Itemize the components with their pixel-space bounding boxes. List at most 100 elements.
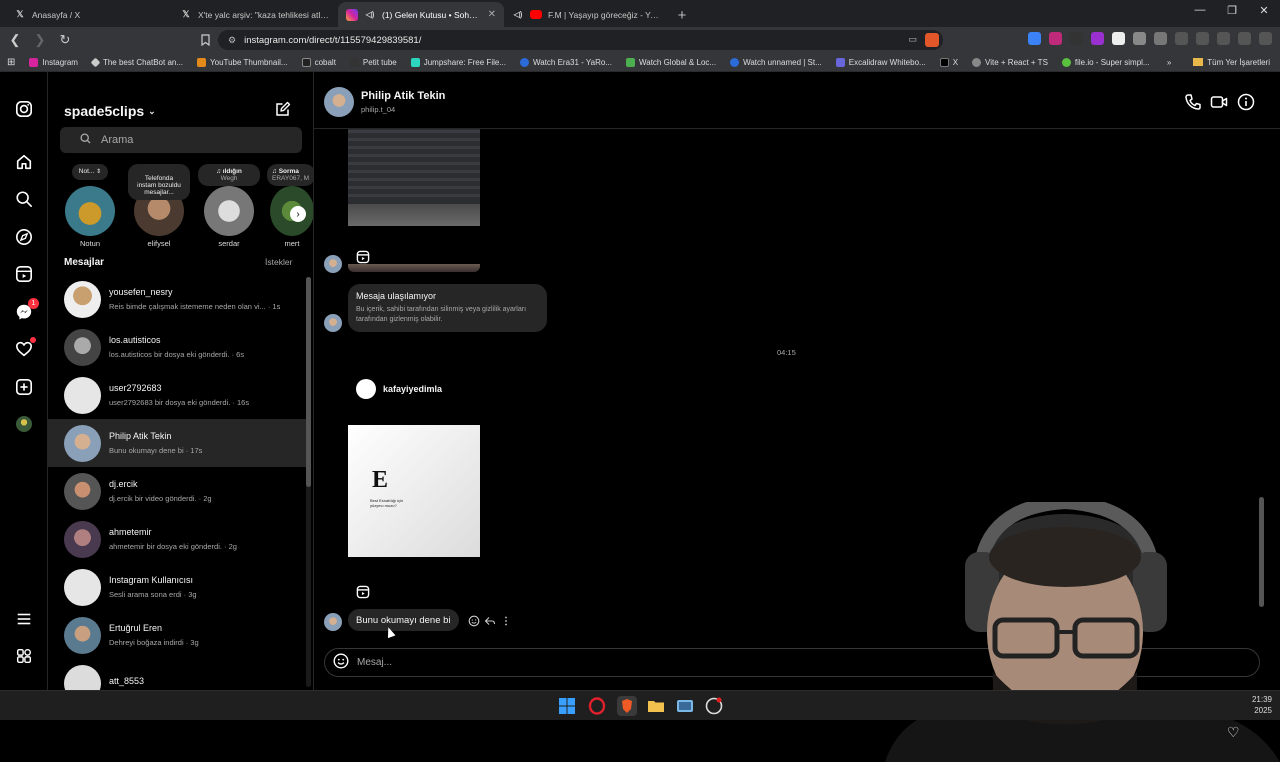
- windows-start-icon[interactable]: [558, 697, 576, 715]
- sidebar-icon[interactable]: [1196, 32, 1209, 45]
- url-field[interactable]: ⚙ instagram.com/direct/t/115579429839581…: [218, 30, 943, 50]
- shared-post[interactable]: kafayiyedimla E Best Esnafdığı için yüzy…: [348, 377, 480, 557]
- hamburger-menu-icon[interactable]: [14, 609, 34, 629]
- conversation-item[interactable]: user2792683 user2792683 bir dosya eki gö…: [48, 371, 306, 419]
- extension-icon[interactable]: [1049, 32, 1062, 45]
- extension-icon[interactable]: [1070, 32, 1083, 45]
- music-icon[interactable]: [1217, 32, 1230, 45]
- maximize-icon[interactable]: ❐: [1216, 4, 1248, 17]
- browser-tab-active[interactable]: ◁) (1) Gelen Kutusu • Sohbetler ✕: [338, 2, 504, 27]
- menu-icon[interactable]: [1259, 32, 1272, 45]
- home-icon[interactable]: [14, 152, 34, 172]
- conversation-item[interactable]: yousefen_nesry Reis bimde çalışmak istem…: [48, 275, 306, 323]
- search-input[interactable]: Arama: [60, 127, 302, 153]
- note-item[interactable]: Telefonda instam bozuldu mesajlar... eli…: [128, 164, 190, 248]
- back-icon[interactable]: ❮: [5, 30, 25, 50]
- conversation-item[interactable]: dj.ercik dj.ercik bir video gönderdi. · …: [48, 467, 306, 515]
- sender-avatar[interactable]: [324, 613, 342, 631]
- instagram-logo-icon[interactable]: [14, 99, 34, 119]
- bookmark-item[interactable]: The best ChatBot an...: [85, 57, 190, 67]
- speaker-icon[interactable]: ◁): [364, 9, 376, 21]
- bookmark-item[interactable]: cobalt: [295, 57, 343, 67]
- profile-avatar-icon[interactable]: [14, 414, 34, 434]
- reels-icon[interactable]: [356, 250, 370, 264]
- bookmark-item[interactable]: Excalidraw Whitebo...: [829, 57, 933, 67]
- minimize-icon[interactable]: —: [1184, 4, 1216, 17]
- conversation-item[interactable]: Ertuğrul Eren Dehreyi boğaza indirdi · 3…: [48, 611, 306, 659]
- note-item[interactable]: ♫ ıldığın Wegh serdar: [198, 164, 260, 248]
- note-item[interactable]: ♫ Sorma ERAY067, M mert: [267, 164, 313, 248]
- new-message-icon[interactable]: [275, 101, 291, 117]
- bookmark-icon[interactable]: [195, 30, 215, 50]
- messenger-icon[interactable]: 1: [14, 298, 39, 322]
- obs-icon[interactable]: [705, 697, 723, 715]
- post-image[interactable]: E Best Esnafdığı için yüzyecı muzu?: [348, 425, 480, 557]
- opera-icon[interactable]: [588, 697, 606, 715]
- bookmark-item[interactable]: Watch Era31 - YaRo...: [513, 57, 619, 67]
- extension-icon[interactable]: [1112, 32, 1125, 45]
- reels-icon[interactable]: [356, 585, 370, 599]
- browser-tab[interactable]: 𝕏 X'te yalc arşiv: "kaza tehlikesi atlat…: [172, 2, 338, 27]
- bookmark-item[interactable]: Jumpshare: Free File...: [404, 57, 513, 67]
- reply-icon[interactable]: [484, 614, 496, 626]
- chevron-double-right-icon[interactable]: »: [1167, 58, 1171, 67]
- conversation-item-active[interactable]: Philip Atik Tekin Bunu okumayı dene bi ·…: [48, 419, 306, 467]
- wallet-icon[interactable]: [1238, 32, 1251, 45]
- bookmark-item[interactable]: YouTube Thumbnail...: [190, 57, 295, 67]
- system-clock[interactable]: 21:39 2025: [1252, 694, 1272, 716]
- close-window-icon[interactable]: ✕: [1248, 4, 1280, 17]
- requests-link[interactable]: İstekler: [265, 257, 292, 267]
- bookmark-item[interactable]: file.io - Super simpl...: [1055, 57, 1157, 67]
- brave-browser-icon[interactable]: [617, 696, 637, 716]
- extension-icon[interactable]: [1091, 32, 1104, 45]
- forward-icon[interactable]: ❯: [30, 30, 50, 50]
- bookmark-item[interactable]: Petit tube: [343, 57, 404, 67]
- bookmark-item[interactable]: Watch unnamed | St...: [723, 57, 829, 67]
- contact-avatar[interactable]: [324, 87, 354, 117]
- video-call-icon[interactable]: [1210, 93, 1228, 111]
- browser-tab[interactable]: 𝕏 Anasayfa / X: [6, 2, 172, 27]
- all-bookmarks[interactable]: » Tüm Yer İşaretleri: [1167, 58, 1270, 67]
- emoji-icon[interactable]: [333, 653, 349, 672]
- phone-icon[interactable]: [1184, 93, 1202, 111]
- heart-icon[interactable]: [14, 337, 36, 359]
- extension-icon[interactable]: [1133, 32, 1146, 45]
- reload-icon[interactable]: ↻: [55, 30, 75, 50]
- message-bubble[interactable]: Bunu okumayı dene bi: [348, 609, 459, 631]
- account-switcher[interactable]: spade5clips ⌄: [64, 103, 156, 119]
- new-tab-button[interactable]: +: [670, 3, 694, 27]
- more-options-icon[interactable]: [500, 614, 512, 626]
- bookmark-item[interactable]: Instagram: [22, 57, 85, 67]
- puzzle-icon[interactable]: [1175, 32, 1188, 45]
- bookmark-item[interactable]: Vite + React + TS: [965, 57, 1055, 67]
- info-icon[interactable]: [1237, 93, 1255, 111]
- close-tab-icon[interactable]: ✕: [488, 9, 496, 20]
- conversation-item[interactable]: ahmetemir ahmetemir bir dosya eki gönder…: [48, 515, 306, 563]
- explore-icon[interactable]: [14, 227, 34, 247]
- reel-preview-blurred[interactable]: [348, 264, 480, 272]
- file-explorer-icon[interactable]: [647, 697, 665, 715]
- speaker-icon[interactable]: ◁): [512, 9, 524, 21]
- app-icon[interactable]: [676, 697, 694, 715]
- threads-apps-icon[interactable]: [14, 646, 34, 666]
- chevron-right-icon[interactable]: ›: [290, 206, 306, 222]
- extension-icon[interactable]: [1028, 32, 1041, 45]
- conversation-item[interactable]: att_8553: [48, 659, 306, 690]
- apps-icon[interactable]: ⊞: [0, 57, 22, 68]
- note-item[interactable]: Not... ⇕ Notun: [60, 164, 120, 248]
- conversation-item[interactable]: los.autisticos los.autisticos bir dosya …: [48, 323, 306, 371]
- screen-cast-icon[interactable]: ▭: [908, 34, 917, 45]
- inbox-scrollbar[interactable]: [306, 277, 311, 687]
- react-emoji-icon[interactable]: [468, 614, 480, 627]
- brave-shield-icon[interactable]: [925, 33, 939, 47]
- scrollbar-thumb[interactable]: [306, 277, 311, 487]
- search-icon[interactable]: [14, 189, 34, 209]
- conversation-item[interactable]: Instagram Kullanıcısı Sesli arama sona e…: [48, 563, 306, 611]
- site-info-icon[interactable]: ⚙: [228, 35, 236, 46]
- sender-avatar[interactable]: [324, 255, 342, 273]
- sender-avatar[interactable]: [324, 314, 342, 332]
- bookmark-item[interactable]: Watch Global & Loc...: [619, 57, 723, 67]
- shared-image[interactable]: [348, 129, 480, 226]
- reels-icon[interactable]: [14, 264, 34, 284]
- contact-name[interactable]: Philip Atik Tekin: [361, 90, 445, 102]
